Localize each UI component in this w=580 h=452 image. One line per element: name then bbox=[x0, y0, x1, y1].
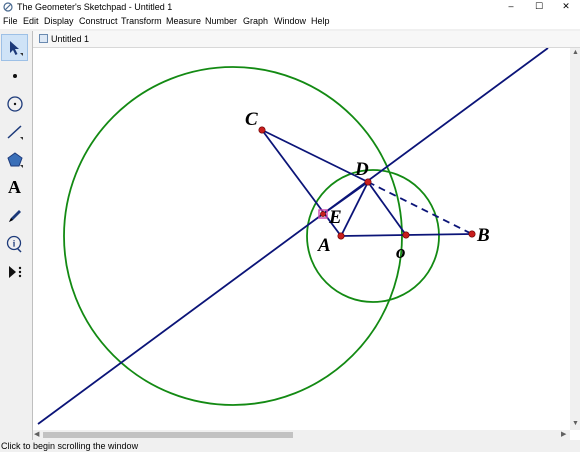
menu-measure[interactable]: Measure bbox=[166, 16, 201, 27]
information-tool[interactable]: i bbox=[1, 230, 28, 257]
marker-pen-icon bbox=[8, 209, 21, 222]
text-tool[interactable]: A bbox=[1, 174, 28, 201]
label-o[interactable]: o bbox=[396, 242, 406, 263]
segment-cd[interactable] bbox=[261, 129, 369, 183]
custom-tool-play-icon bbox=[8, 265, 21, 278]
polygon-tool[interactable] bbox=[1, 146, 28, 173]
horizontal-scroll-thumb[interactable] bbox=[43, 432, 293, 438]
label-e[interactable]: E bbox=[328, 207, 342, 228]
label-a[interactable]: A bbox=[317, 235, 331, 256]
toolbox: A i bbox=[0, 30, 30, 440]
menu-construct[interactable]: Construct bbox=[79, 16, 118, 27]
minimize-button[interactable]: – bbox=[497, 0, 525, 14]
maximize-button[interactable]: ☐ bbox=[525, 0, 553, 14]
point-a[interactable] bbox=[337, 232, 345, 240]
menu-file[interactable]: File bbox=[3, 16, 18, 27]
document-tab[interactable]: Untitled 1 bbox=[33, 31, 580, 48]
menu-transform[interactable]: Transform bbox=[121, 16, 162, 27]
title-bar: The Geometer's Sketchpad - Untitled 1 – … bbox=[0, 0, 580, 14]
label-d[interactable]: D bbox=[354, 159, 369, 180]
scroll-right-arrow-icon[interactable]: ▶ bbox=[561, 431, 566, 439]
vertical-scrollbar[interactable]: ▲ ▼ bbox=[570, 48, 580, 430]
scroll-up-arrow-icon[interactable]: ▲ bbox=[572, 49, 579, 57]
polygon-icon bbox=[6, 151, 23, 168]
window-title: The Geometer's Sketchpad - Untitled 1 bbox=[17, 2, 173, 12]
document-icon bbox=[39, 34, 48, 43]
menu-edit[interactable]: Edit bbox=[23, 16, 39, 27]
close-button[interactable]: ✕ bbox=[552, 0, 580, 14]
point-icon bbox=[12, 73, 17, 78]
sketchpad-app-icon bbox=[3, 2, 13, 12]
arrow-select-icon bbox=[9, 40, 23, 56]
point-o[interactable] bbox=[402, 231, 410, 239]
document-window: Untitled 1 C D E A o B ▲ ▼ ◀ ▶ bbox=[32, 31, 580, 440]
geometry-figure[interactable]: C D E A o B bbox=[33, 48, 570, 430]
horizontal-scrollbar[interactable]: ◀ ▶ bbox=[33, 430, 570, 440]
document-tab-title: Untitled 1 bbox=[51, 34, 90, 44]
label-c[interactable]: C bbox=[245, 109, 258, 130]
menu-number[interactable]: Number bbox=[205, 16, 237, 27]
menu-display[interactable]: Display bbox=[44, 16, 74, 27]
straightedge-line-icon bbox=[6, 124, 23, 140]
compass-circle-icon bbox=[6, 95, 23, 112]
point-e[interactable] bbox=[320, 211, 326, 217]
menu-graph[interactable]: Graph bbox=[243, 16, 268, 27]
svg-text:i: i bbox=[12, 238, 15, 248]
menu-bar: File Edit Display Construct Transform Me… bbox=[0, 14, 580, 29]
arrow-tool[interactable] bbox=[1, 34, 28, 61]
point-c[interactable] bbox=[258, 126, 266, 134]
scroll-down-arrow-icon[interactable]: ▼ bbox=[572, 420, 579, 428]
point-tool[interactable] bbox=[1, 62, 28, 89]
status-bar: Click to begin scrolling the window bbox=[0, 440, 580, 452]
status-text: Click to begin scrolling the window bbox=[1, 441, 139, 451]
custom-tool[interactable] bbox=[1, 258, 28, 285]
scroll-left-arrow-icon[interactable]: ◀ bbox=[34, 431, 39, 439]
straightedge-tool[interactable] bbox=[1, 118, 28, 145]
compass-tool[interactable] bbox=[1, 90, 28, 117]
point-b[interactable] bbox=[468, 230, 476, 238]
sketch-canvas[interactable]: C D E A o B bbox=[33, 48, 570, 430]
menu-window[interactable]: Window bbox=[274, 16, 306, 27]
marker-tool[interactable] bbox=[1, 202, 28, 229]
menu-help[interactable]: Help bbox=[311, 16, 330, 27]
information-icon: i bbox=[6, 235, 22, 253]
label-b[interactable]: B bbox=[476, 225, 490, 246]
